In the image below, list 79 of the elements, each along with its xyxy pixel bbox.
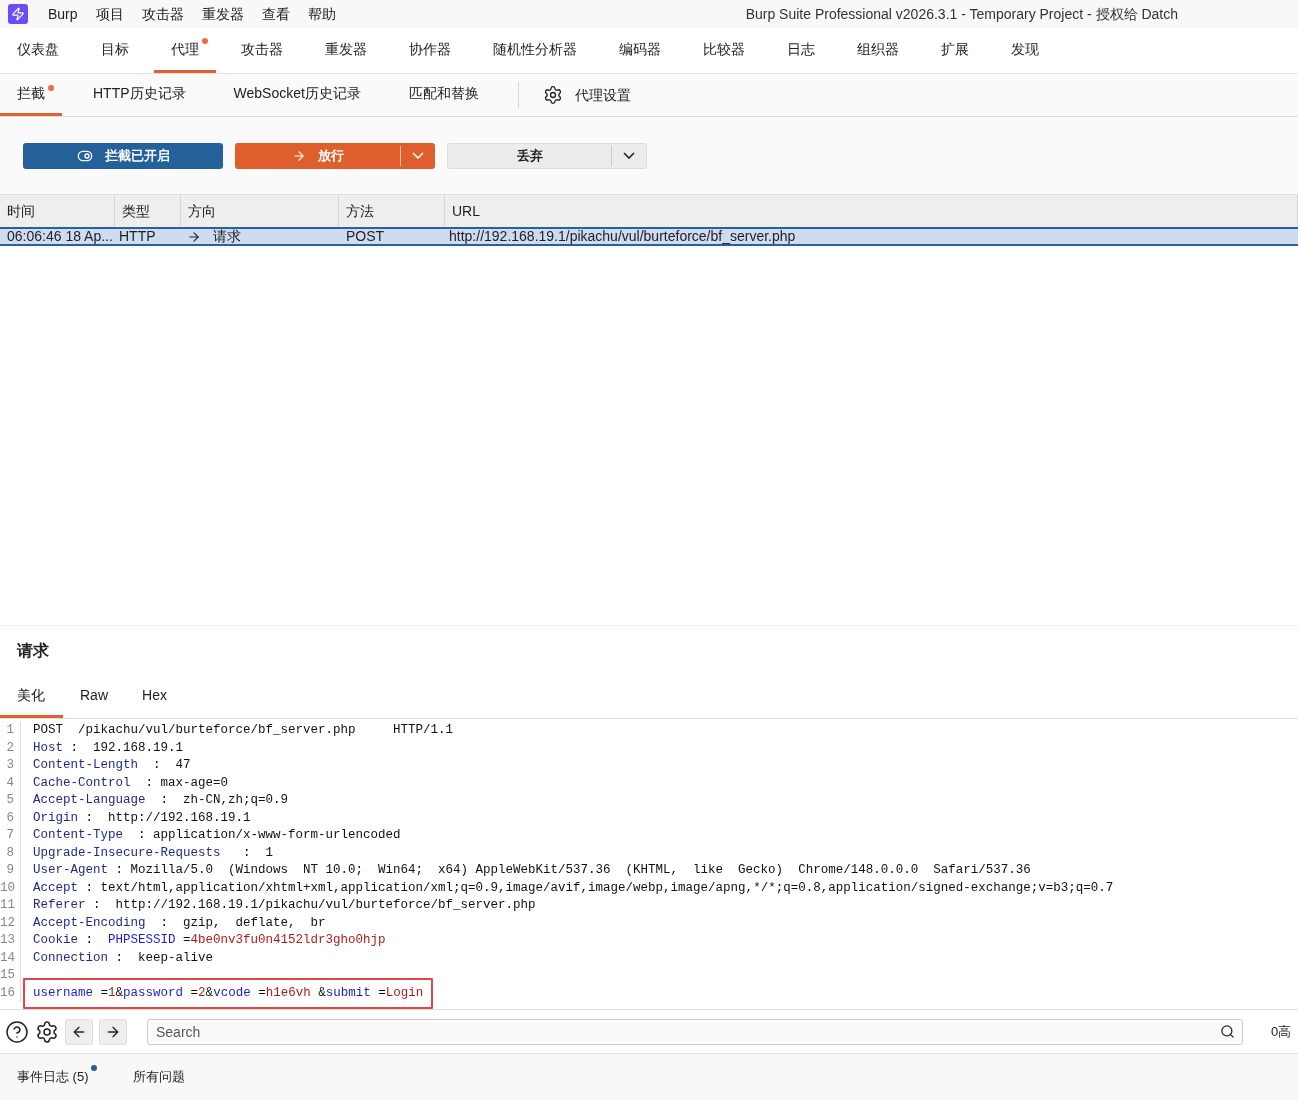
- intercept-toggle-button[interactable]: 拦截已开启: [23, 142, 223, 169]
- code-line: User-Agent : Mozilla/5.0 (Windows NT 10.0; Win64; x64) AppleWebKit/537.36 (KHTML, like Gecko) Chrome/148.0.0.0 Safari/537.36: [32, 862, 1032, 880]
- line-number: 11: [0, 897, 14, 915]
- main-tab[interactable]: 仪表盘: [0, 28, 76, 73]
- main-tab[interactable]: 编码器: [602, 28, 678, 73]
- editor-tab[interactable]: Hex: [125, 676, 184, 718]
- menu-item[interactable]: 帮助: [307, 3, 336, 25]
- drop-button[interactable]: 丢弃: [447, 142, 647, 169]
- highlight-count: 0高: [1271, 1022, 1292, 1041]
- code-line: POST /pikachu/vul/burteforce/bf_server.php HTTP/1.1: [32, 722, 455, 740]
- app-logo-icon: [8, 4, 28, 24]
- status-tab[interactable]: 所有问题: [132, 1067, 185, 1087]
- table-cell-text: HTTP: [118, 227, 157, 246]
- code-line: Accept-Language : zh-CN,zh;q=0.9: [32, 792, 290, 810]
- main-tab[interactable]: 攻击器: [224, 28, 300, 73]
- menu-item[interactable]: 攻击器: [141, 3, 184, 25]
- caret-icon[interactable]: [623, 152, 635, 159]
- main-tab[interactable]: 随机性分析器: [476, 28, 594, 73]
- main-tab[interactable]: 扩展: [924, 28, 986, 73]
- main-tab[interactable]: 组织器: [840, 28, 916, 73]
- line-number: 8: [5, 844, 14, 862]
- help-icon[interactable]: [5, 1019, 29, 1044]
- code-line: Host : 192.168.19.1: [32, 739, 185, 757]
- forward-button[interactable]: 放行: [235, 142, 435, 169]
- sub-tab[interactable]: 匹配和替换: [391, 74, 496, 116]
- table-row[interactable]: 06:06:46 18 Ap... HTTP 请求 POST http://192.168.19.1/pikachu/vul/burteforce/bf_server.php: [0, 227, 1298, 246]
- main-tab[interactable]: 协作器: [392, 28, 468, 73]
- line-number: 12: [0, 914, 14, 932]
- search-field[interactable]: Search: [147, 1018, 1243, 1045]
- line-number: 10: [0, 879, 14, 897]
- main-tab[interactable]: 发现: [994, 28, 1056, 73]
- line-number: 4: [5, 774, 14, 792]
- line-number: 5: [5, 792, 14, 810]
- sub-tab[interactable]: WebSocket历史记录: [216, 74, 378, 116]
- search-icon[interactable]: [1220, 1023, 1235, 1039]
- code-line: Cache-Control : max-age=0: [32, 774, 230, 792]
- menu-item[interactable]: 项目: [95, 3, 124, 25]
- menu-item[interactable]: 查看: [261, 3, 290, 25]
- line-number: 9: [5, 862, 14, 880]
- settings-icon: [542, 85, 563, 105]
- line-number: 1: [5, 722, 14, 740]
- main-tab[interactable]: 重发器: [308, 28, 384, 73]
- code-line: Origin : http://192.168.19.1: [32, 809, 252, 827]
- menu-item[interactable]: Burp: [48, 3, 78, 25]
- panel-title: 请求: [17, 641, 49, 661]
- line-number: 7: [5, 827, 14, 845]
- arrow-right-icon: [187, 229, 201, 244]
- editor-tab[interactable]: 美化: [0, 676, 63, 718]
- code-line: Content-Type : application/x-www-form-urlencoded: [32, 827, 402, 845]
- table-cell-text: 请求: [213, 227, 241, 246]
- code-line: Accept : text/html,application/xhtml+xml,application/xml;q=0.9,image/avif,image/webp,image/apng,*/*;q=0.8,application/signed-exchange;v=b3;q=0.7: [32, 879, 1115, 897]
- code-line: Content-Length : 47: [32, 757, 192, 775]
- line-number: 3: [5, 757, 14, 775]
- main-tab[interactable]: 比较器: [686, 28, 762, 73]
- status-tab[interactable]: 事件日志 (5): [17, 1067, 89, 1087]
- table-cell-text: http://192.168.19.1/pikachu/vul/burteforce/bf_server.php: [448, 227, 797, 246]
- settings-icon[interactable]: [35, 1019, 59, 1044]
- code-line: Connection : keep-alive: [32, 949, 215, 967]
- menu-item[interactable]: 重发器: [201, 3, 244, 25]
- forward-nav-button[interactable]: [99, 1018, 127, 1045]
- line-number: 16: [0, 984, 14, 1002]
- code-line: Upgrade-Insecure-Requests : 1: [32, 844, 275, 862]
- window-title: Burp Suite Professional v2026.3.1 - Temporary Project - 授权给 Datch: [745, 4, 1178, 24]
- code-line: Cookie : PHPSESSID =4be0nv3fu0n4152ldr3gho0hjp: [32, 932, 387, 950]
- line-number: 13: [0, 932, 14, 950]
- code-line: Referer : http://192.168.19.1/pikachu/vul/burteforce/bf_server.php: [32, 897, 537, 915]
- main-tab[interactable]: 日志: [770, 28, 832, 73]
- code-line: Accept-Encoding : gzip, deflate, br: [32, 914, 327, 932]
- sub-tab[interactable]: HTTP历史记录: [76, 74, 203, 116]
- table-cell-text: POST: [345, 227, 386, 246]
- line-number: 15: [0, 967, 14, 985]
- line-number: 14: [0, 949, 14, 967]
- line-number: 2: [5, 739, 14, 757]
- line-number: 6: [5, 809, 14, 827]
- proxy-settings-tab[interactable]: 代理设置: [526, 74, 647, 116]
- editor-tab[interactable]: Raw: [63, 676, 125, 718]
- table-cell-text: 06:06:46 18 Ap...: [6, 227, 114, 246]
- main-tab[interactable]: 目标: [84, 28, 146, 73]
- back-button[interactable]: [65, 1018, 93, 1045]
